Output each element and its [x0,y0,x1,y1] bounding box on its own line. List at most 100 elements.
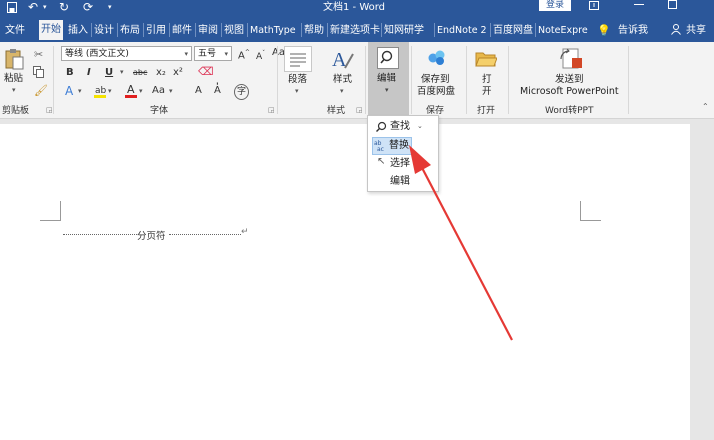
save-icon[interactable] [7,2,17,13]
login-button[interactable]: 登录 [539,0,572,11]
paste-dropdown-icon[interactable]: ▾ [12,86,16,94]
vertical-scrollbar[interactable] [690,124,714,440]
tab-baidu-netdisk[interactable]: 百度网盘 [491,22,535,40]
change-case-dropdown-icon[interactable]: ▾ [169,87,173,95]
font-name-value: 等线 (西文正文) [65,49,129,59]
char-shading-icon[interactable]: A [195,84,202,98]
share-button[interactable]: 共享 [684,22,708,40]
send-to-ppt-icon[interactable] [558,47,584,71]
select-cursor-icon[interactable]: ↖ [377,156,385,167]
baidu-cloud-icon[interactable] [426,49,448,67]
chevron-down-icon: ▾ [224,50,228,58]
tab-layout[interactable]: 布局 [118,22,142,40]
maximize-icon[interactable] [668,0,677,9]
lightbulb-icon[interactable]: 💡 [597,24,611,37]
paragraph-button[interactable] [284,46,312,72]
title-bar: ↶ ▾ ↻ ⟳ ▾ 文档1 - Word 登录 [0,0,714,17]
styles-launcher-icon[interactable]: ◲ [356,106,363,114]
underline-button[interactable]: U [105,66,113,80]
font-size-combo[interactable]: 五号 ▾ [194,46,232,61]
redo-icon[interactable]: ↻ [59,0,69,14]
font-size-value: 五号 [198,49,217,59]
copy-icon[interactable] [33,66,44,78]
phonetic-guide-icon[interactable]: A̓ [214,84,221,98]
editing-dropdown-icon: ▾ [385,86,389,94]
editing-button[interactable]: 编辑 ▾ [368,42,409,116]
change-case-icon[interactable]: Aa [152,84,165,98]
ribbon-display-icon[interactable] [589,0,599,10]
annotation-arrow [409,145,513,341]
grow-font-icon[interactable]: A^ [238,46,250,63]
undo-dropdown-icon[interactable]: ▾ [43,3,47,11]
paste-button[interactable]: 粘贴 [4,73,23,85]
user-icon[interactable] [671,24,681,35]
strikethrough-button[interactable]: abc [133,66,147,80]
paragraph-dropdown-icon[interactable]: ▾ [295,87,299,95]
format-painter-icon[interactable]: 🖌 [34,84,48,97]
minimize-icon[interactable] [634,4,644,5]
highlight-dropdown-icon[interactable]: ▾ [108,87,112,95]
tab-file[interactable]: 文件 [3,22,27,40]
group-divider [508,46,509,114]
tab-endnote[interactable]: EndNote 2 [435,22,489,40]
tell-me-search[interactable]: 告诉我 [616,22,650,40]
clipboard-launcher-icon[interactable]: ◲ [46,106,53,114]
highlight-color-icon[interactable]: ab [94,84,107,98]
tab-cnki[interactable]: 知网研学 [382,22,426,40]
font-color-dropdown-icon[interactable]: ▾ [139,87,143,95]
tab-mathtype[interactable]: MathType [248,22,298,40]
search-icon-box [377,47,399,69]
font-color-icon[interactable]: A [125,83,137,98]
find-menu-item[interactable]: 查找 [390,119,410,135]
tab-home[interactable]: 开始 [39,20,63,40]
subscript-button[interactable]: x₂ [156,66,166,80]
italic-button[interactable]: I [87,66,91,80]
text-effects-dropdown-icon[interactable]: ▾ [78,87,82,95]
text-effects-icon[interactable]: A [65,84,73,98]
editing-label: 编辑 [377,73,397,84]
margin-corner-mark [580,201,581,220]
eraser-icon[interactable]: ⌫ [198,65,214,78]
chevron-down-icon: ▾ [184,50,188,58]
search-icon [380,50,393,64]
underline-dropdown-icon[interactable]: ▾ [120,68,124,76]
undo-icon[interactable]: ↶ [28,0,38,14]
bold-button[interactable]: B [66,66,74,80]
open-label-line2[interactable]: 开 [482,86,492,98]
find-dropdown-icon[interactable]: ⌄ [417,122,423,130]
find-icon[interactable] [375,121,387,133]
styles-dropdown-icon[interactable]: ▾ [340,87,344,95]
tab-mailings[interactable]: 邮件 [170,22,194,40]
send-to-line2[interactable]: Microsoft PowerPoint [520,86,619,98]
tab-insert[interactable]: 插入 [66,22,90,40]
tab-review[interactable]: 审阅 [196,22,220,40]
tab-references[interactable]: 引用 [144,22,168,40]
send-to-line1[interactable]: 发送到 [555,74,584,86]
page-break-label: 分页符 [137,231,166,242]
open-folder-icon[interactable] [475,50,498,68]
font-launcher-icon[interactable]: ◲ [268,106,275,114]
document-page[interactable]: 分页符 ↵ [0,124,690,440]
collapse-ribbon-icon[interactable]: ⌃ [702,102,709,111]
paragraph-label: 段落 [288,74,308,85]
paste-icon[interactable] [4,48,24,70]
group-divider [466,46,467,114]
tab-help[interactable]: 帮助 [302,22,326,40]
font-name-combo[interactable]: 等线 (西文正文) ▾ [61,46,192,61]
styles-icon[interactable]: A [331,46,355,74]
repeat-icon[interactable]: ⟳ [83,0,93,14]
enclose-char-icon[interactable]: 字 [234,84,250,100]
superscript-button[interactable]: x² [173,66,183,80]
margin-corner-mark [60,201,61,220]
shrink-font-icon[interactable]: Aˇ [256,47,265,64]
customize-toolbar-icon[interactable]: ▾ [108,3,112,11]
tab-view[interactable]: 视图 [222,22,246,40]
tab-design[interactable]: 设计 [92,22,116,40]
tab-noteexpress[interactable]: NoteExpre [536,22,590,40]
tab-new-tab[interactable]: 新建选项卡 [328,22,382,40]
save-baidu-line2[interactable]: 百度网盘 [417,86,455,98]
cut-icon[interactable]: ✂ [34,48,43,61]
open-label-line1[interactable]: 打 [482,74,492,86]
ribbon: 粘贴 ▾ ✂ 🖌 剪贴板 ◲ 等线 (西文正文) ▾ 五号 ▾ A^ Aˇ Aa… [0,42,714,119]
save-baidu-line1[interactable]: 保存到 [421,74,450,86]
